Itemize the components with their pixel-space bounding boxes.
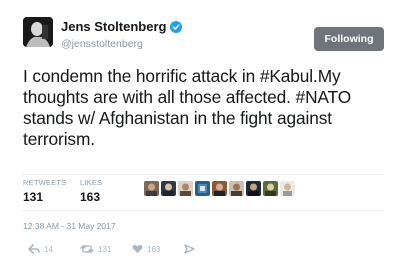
retweets-stat[interactable]: RETWEETS 131: [23, 178, 66, 204]
following-button[interactable]: Following: [314, 27, 384, 51]
liker-avatar[interactable]: [229, 181, 244, 196]
stats-top-divider: [23, 174, 384, 175]
liker-avatar[interactable]: [280, 181, 295, 196]
liker-avatar[interactable]: [246, 181, 261, 196]
avatar[interactable]: [23, 17, 53, 47]
tweet-actions: 14 131 163: [28, 244, 195, 254]
like-count: 163: [147, 244, 161, 254]
display-name-text[interactable]: Jens Stoltenberg: [61, 19, 166, 34]
reply-icon: [28, 244, 40, 254]
heart-icon: [132, 244, 143, 253]
liker-avatar[interactable]: [212, 181, 227, 196]
likes-stat[interactable]: LIKES 163: [80, 178, 102, 204]
likes-label: LIKES: [80, 178, 103, 187]
tweet-text: I condemn the horrific attack in #Kabul.…: [23, 66, 352, 149]
tweet-card: Jens Stoltenberg @jensstoltenberg Follow…: [0, 0, 396, 263]
display-name[interactable]: Jens Stoltenberg: [61, 19, 183, 34]
liker-avatar[interactable]: [161, 181, 176, 196]
user-handle[interactable]: @jensstoltenberg: [61, 38, 143, 50]
liker-avatar[interactable]: [144, 181, 159, 196]
retweets-count: 131: [23, 190, 44, 204]
liker-avatar[interactable]: [195, 181, 210, 196]
retweet-button[interactable]: 131: [80, 244, 132, 254]
retweets-label: RETWEETS: [23, 178, 67, 187]
tweet-timestamp[interactable]: 12:38 AM - 31 May 2017: [23, 221, 116, 231]
verified-badge-icon: [170, 20, 183, 33]
reply-count: 14: [44, 244, 53, 254]
direct-message-icon: [184, 244, 195, 254]
reply-button[interactable]: 14: [28, 244, 80, 254]
likers-avatars: [144, 181, 295, 196]
liker-avatar[interactable]: [178, 181, 193, 196]
retweet-count: 131: [98, 244, 112, 254]
direct-message-button[interactable]: [184, 244, 195, 254]
likes-count: 163: [80, 190, 101, 204]
stats-bottom-divider: [23, 210, 384, 211]
liker-avatar[interactable]: [263, 181, 278, 196]
retweet-icon: [80, 245, 94, 253]
like-button[interactable]: 163: [132, 244, 184, 254]
